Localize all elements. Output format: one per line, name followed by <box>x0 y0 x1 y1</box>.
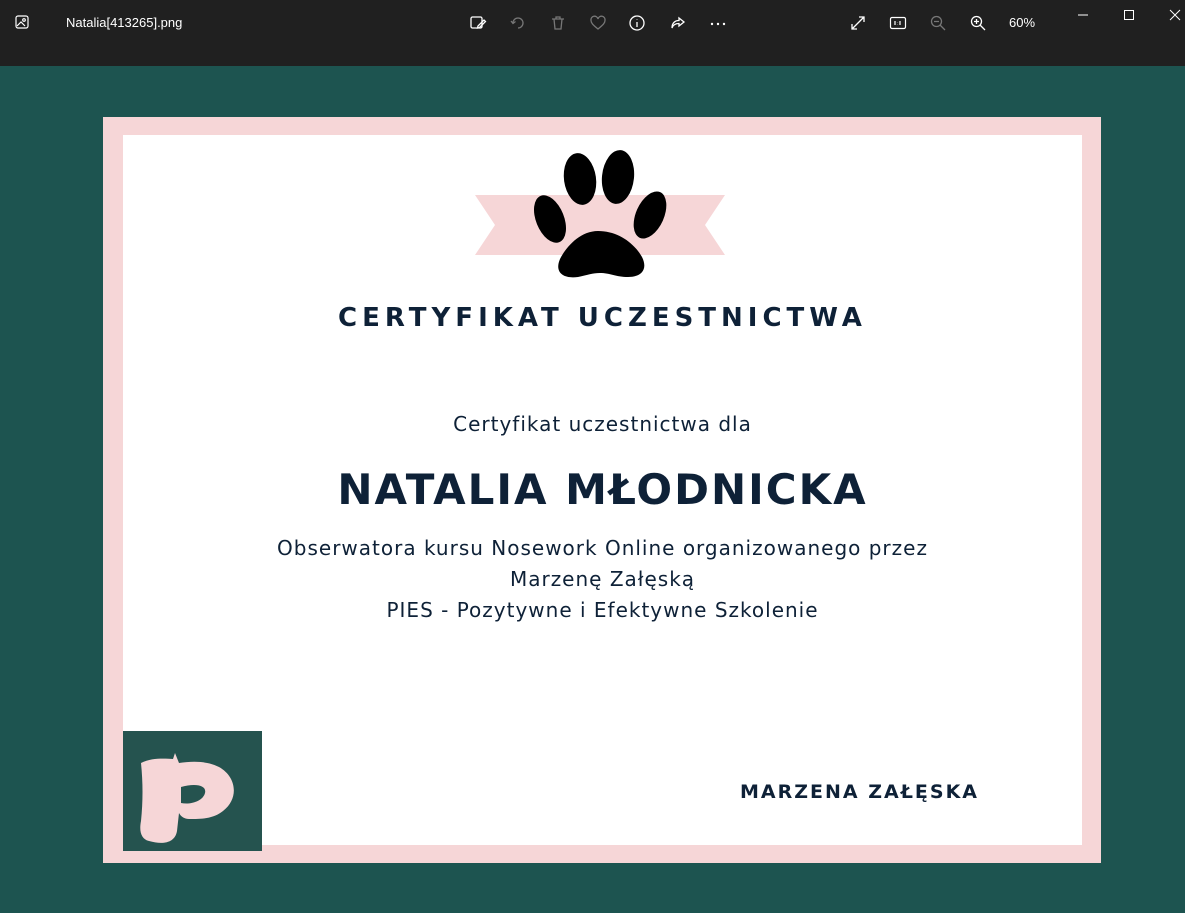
share-button[interactable] <box>667 12 689 34</box>
certificate-title: CERTYFIKAT UCZESTNICTWA <box>338 303 867 333</box>
certificate-body: CERTYFIKAT UCZESTNICTWA Certyfikat uczes… <box>123 135 1082 851</box>
recipient-name: NATALIA MŁODNICKA <box>337 465 868 514</box>
description-line: PIES - Pozytywne i Efektywne Szkolenie <box>386 598 819 622</box>
logo <box>123 731 262 851</box>
actual-size-icon <box>889 16 907 30</box>
more-icon <box>710 22 726 26</box>
rotate-button[interactable] <box>507 12 529 34</box>
certificate-description: Obserwatora kursu Nosework Online organi… <box>123 533 1082 626</box>
zoom-out-button[interactable] <box>927 12 949 34</box>
delete-button[interactable] <box>547 12 569 34</box>
info-button[interactable] <box>626 12 648 34</box>
maximize-icon <box>1124 10 1134 20</box>
paw-print-icon <box>533 150 667 278</box>
description-line: Marzenę Załęską <box>509 567 696 591</box>
signature-name: MARZENA ZAŁĘSKA <box>740 781 979 803</box>
certificate-image: CERTYFIKAT UCZESTNICTWA Certyfikat uczes… <box>103 117 1101 863</box>
file-name: Natalia[413265].png <box>66 15 183 30</box>
minimize-button[interactable] <box>1074 6 1092 24</box>
image-app-icon <box>14 14 30 30</box>
description-line: Obserwatora kursu Nosework Online organi… <box>277 536 928 560</box>
delete-icon <box>552 16 564 30</box>
edit-image-icon <box>470 16 487 29</box>
rotate-icon <box>510 17 524 29</box>
close-button[interactable] <box>1166 6 1184 24</box>
zoom-level[interactable]: 60% <box>1009 15 1035 30</box>
more-button[interactable] <box>707 12 729 34</box>
close-icon <box>1169 9 1181 21</box>
fullscreen-icon <box>851 16 865 30</box>
fullscreen-button[interactable] <box>847 12 869 34</box>
share-icon <box>671 16 686 29</box>
info-icon <box>629 15 645 31</box>
p-logo-icon <box>140 753 234 843</box>
favorite-button[interactable] <box>587 12 609 34</box>
zoom-in-icon <box>970 15 986 31</box>
certificate-for-label: Certyfikat uczestnictwa dla <box>453 412 752 436</box>
maximize-button[interactable] <box>1120 6 1138 24</box>
edit-image-button[interactable] <box>467 12 489 34</box>
title-bar: Natalia[413265].png 60% <box>0 0 1185 66</box>
actual-size-button[interactable] <box>887 12 909 34</box>
minimize-icon <box>1078 14 1088 16</box>
favorite-icon <box>590 15 606 30</box>
zoom-in-button[interactable] <box>967 12 989 34</box>
zoom-out-icon <box>930 15 946 31</box>
